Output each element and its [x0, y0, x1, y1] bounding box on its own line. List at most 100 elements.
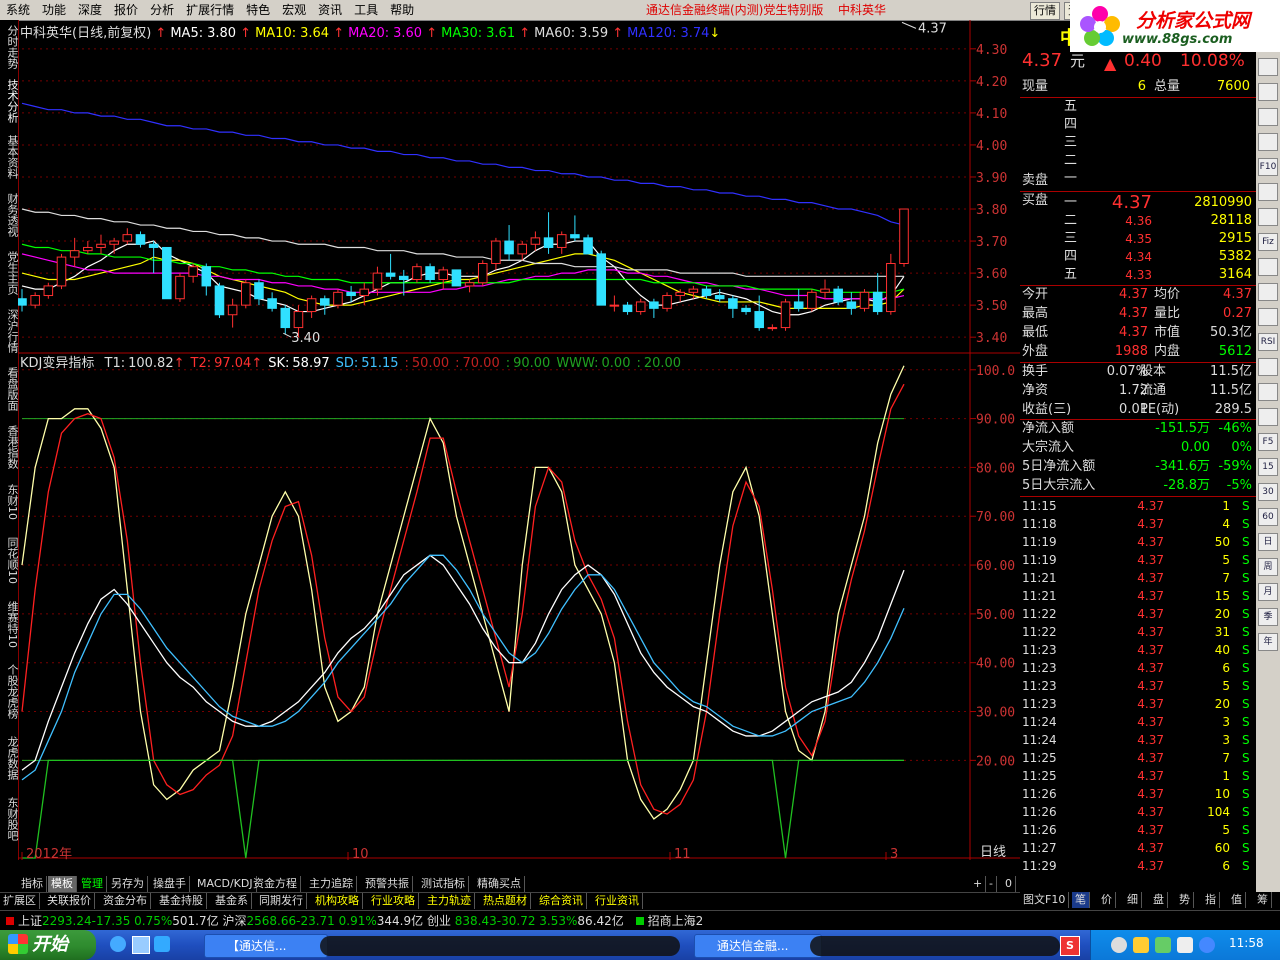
chart-area[interactable]: 4.30 4.20 4.10 4.00 3.90 3.80 3.70 3.60 3.50 3.40…: [17, 20, 1020, 862]
right-icon-14[interactable]: [1258, 408, 1278, 426]
menu-item-7[interactable]: 宏观: [276, 0, 312, 20]
start-button[interactable]: 开始: [0, 930, 96, 960]
left-tab-7[interactable]: 香港指数: [0, 422, 19, 472]
left-tab-8[interactable]: 东财10: [0, 480, 19, 524]
ext-tab-6[interactable]: 机构攻略: [312, 893, 363, 909]
media-icon[interactable]: [110, 936, 126, 952]
menu-item-9[interactable]: 工具: [348, 0, 384, 20]
ext-tab-5[interactable]: 同期发行: [256, 893, 307, 909]
left-tab-5[interactable]: 深沪行情: [0, 306, 19, 356]
right-icon-13[interactable]: [1258, 383, 1278, 401]
menu-item-10[interactable]: 帮助: [384, 0, 420, 20]
taskbar-item-1[interactable]: 【通达信...: [204, 934, 328, 958]
right-icon-22[interactable]: 季: [1258, 608, 1278, 626]
quote-button[interactable]: 行情: [1030, 2, 1060, 20]
desktop-icon[interactable]: [132, 936, 150, 954]
ie-icon[interactable]: [154, 936, 170, 952]
ext-tab-4[interactable]: 基金系: [212, 893, 252, 909]
menu-item-3[interactable]: 报价: [108, 0, 144, 20]
left-tab-9[interactable]: 同花顺10: [0, 532, 19, 588]
indicator-tab-5[interactable]: MACD/KDJ: [194, 876, 257, 892]
left-tab-6[interactable]: 看盘版面: [0, 364, 19, 414]
indicator-tab-4[interactable]: 操盘手: [150, 876, 190, 892]
right-tab-2[interactable]: 价: [1098, 892, 1116, 908]
tray-icon-4[interactable]: [1177, 937, 1193, 953]
right-icon-15[interactable]: F5: [1258, 433, 1278, 451]
ext-tab-1[interactable]: 关联报价: [44, 893, 95, 909]
right-icon-12[interactable]: [1258, 358, 1278, 376]
ext-tab-2[interactable]: 资金分布: [100, 893, 151, 909]
zoom-btn-0[interactable]: +: [970, 876, 987, 892]
right-icon-1[interactable]: [1258, 83, 1278, 101]
left-tab-12[interactable]: 龙虎数据: [0, 730, 19, 786]
right-icon-7[interactable]: Fiz: [1258, 233, 1278, 251]
right-icon-8[interactable]: [1258, 258, 1278, 276]
right-tab-7[interactable]: 值: [1228, 892, 1246, 908]
ext-tab-8[interactable]: 主力轨迹: [424, 893, 475, 909]
right-tab-4[interactable]: 盘: [1150, 892, 1168, 908]
menu-item-8[interactable]: 资讯: [312, 0, 348, 20]
right-tab-0[interactable]: 图文F10: [1020, 892, 1070, 908]
indicator-tab-10[interactable]: 精确买点: [474, 876, 525, 892]
tray-icon-1[interactable]: [1111, 937, 1127, 953]
shield-icon[interactable]: [1199, 937, 1215, 953]
right-tab-5[interactable]: 势: [1176, 892, 1194, 908]
right-icon-3[interactable]: [1258, 133, 1278, 151]
indicator-tab-0[interactable]: 指标: [18, 876, 47, 892]
chart-svg[interactable]: 4.30 4.20 4.10 4.00 3.90 3.80 3.70 3.60 3.50 3.40…: [17, 20, 1020, 862]
right-tab-6[interactable]: 指: [1202, 892, 1220, 908]
right-icon-2[interactable]: [1258, 108, 1278, 126]
menu-item-1[interactable]: 功能: [36, 0, 72, 20]
ext-tab-0[interactable]: 扩展区: [0, 893, 40, 909]
period-label[interactable]: 日线: [980, 845, 1006, 860]
right-icon-10[interactable]: [1258, 308, 1278, 326]
right-icon-4[interactable]: F10: [1258, 158, 1278, 176]
right-icon-17[interactable]: 30: [1258, 483, 1278, 501]
right-tab-8[interactable]: 筹: [1254, 892, 1272, 908]
indicator-tab-7[interactable]: 主力追踪: [306, 876, 357, 892]
left-tab-11[interactable]: 个股龙虎榜: [0, 660, 19, 722]
menu-item-4[interactable]: 分析: [144, 0, 180, 20]
indicator-tab-8[interactable]: 预警共振: [362, 876, 413, 892]
right-icon-18[interactable]: 60: [1258, 508, 1278, 526]
right-icon-19[interactable]: 日: [1258, 533, 1278, 551]
left-tab-10[interactable]: 维赛特10: [0, 596, 19, 652]
taskbar-item-2[interactable]: 通达信金融...: [694, 934, 822, 958]
ext-tab-7[interactable]: 行业攻略: [368, 893, 419, 909]
menu-item-6[interactable]: 特色: [240, 0, 276, 20]
ext-tab-9[interactable]: 热点题材: [480, 893, 531, 909]
right-icon-9[interactable]: [1258, 283, 1278, 301]
right-icon-21[interactable]: 月: [1258, 583, 1278, 601]
menu-item-2[interactable]: 深度: [72, 0, 108, 20]
ext-tab-10[interactable]: 综合资讯: [536, 893, 587, 909]
indicator-tab-9[interactable]: 测试指标: [418, 876, 469, 892]
zoom-btn-2[interactable]: 0: [1002, 876, 1016, 892]
sogou-icon[interactable]: S: [1060, 936, 1080, 956]
right-icon-11[interactable]: RSI: [1258, 333, 1278, 351]
left-tab-4[interactable]: 党生主页: [0, 248, 19, 298]
left-tab-3[interactable]: 财务透视: [0, 190, 19, 240]
ext-tab-3[interactable]: 基金持股: [156, 893, 207, 909]
menu-item-0[interactable]: 系统: [0, 0, 36, 20]
indicator-tab-6[interactable]: 资金方程: [250, 876, 301, 892]
right-icon-16[interactable]: 15: [1258, 458, 1278, 476]
right-icon-0[interactable]: [1258, 58, 1278, 76]
right-icon-5[interactable]: [1258, 183, 1278, 201]
indicator-tab-3[interactable]: 另存为: [108, 876, 148, 892]
indicator-tab-2[interactable]: 管理: [78, 876, 107, 892]
left-tab-2[interactable]: 基本资料: [0, 132, 19, 182]
left-tab-13[interactable]: 东财股吧: [0, 794, 19, 844]
right-tab-1[interactable]: 笔: [1072, 892, 1090, 908]
indicator-tab-1[interactable]: 模板: [48, 876, 77, 892]
menu-item-5[interactable]: 扩展行情: [180, 0, 240, 20]
left-tab-1[interactable]: 技术分析: [0, 78, 19, 124]
tray-icon-2[interactable]: [1133, 937, 1149, 953]
zoom-btn-1[interactable]: -: [986, 876, 997, 892]
left-tab-0[interactable]: 分时走势: [0, 24, 19, 70]
right-icon-6[interactable]: [1258, 208, 1278, 226]
ext-tab-11[interactable]: 行业资讯: [592, 893, 643, 909]
right-icon-20[interactable]: 周: [1258, 558, 1278, 576]
tray-icon-3[interactable]: [1155, 937, 1171, 953]
right-icon-23[interactable]: 年: [1258, 633, 1278, 651]
right-tab-3[interactable]: 细: [1124, 892, 1142, 908]
